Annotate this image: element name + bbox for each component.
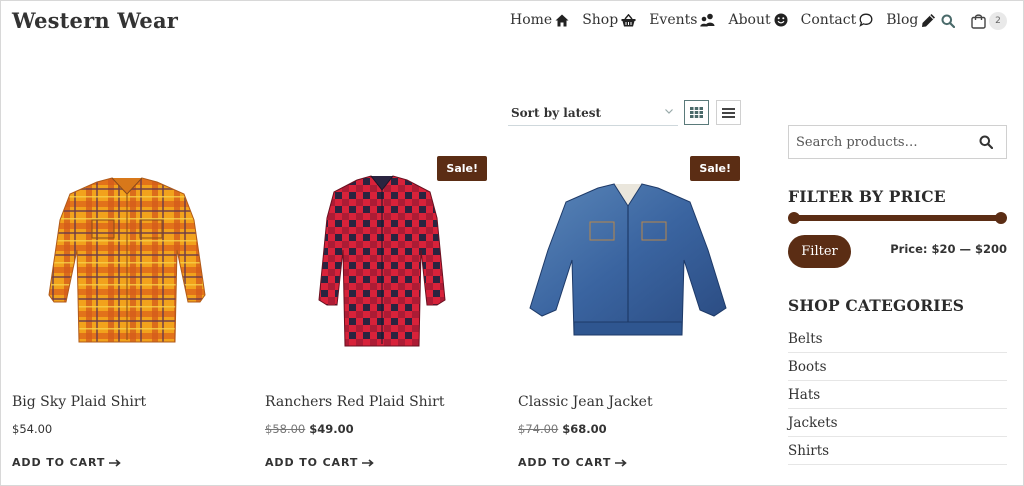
nav-events-label: Events [649,12,698,28]
price-range-label: Price: $20 — $200 [890,242,1007,256]
shop-categories-heading: SHOP CATEGORIES [788,296,965,315]
category-link-belts[interactable]: Belts [788,325,1007,353]
list-icon [722,107,735,118]
arrow-right-icon [615,458,627,467]
product-image-jean-jacket[interactable] [518,150,748,370]
nav-blog[interactable]: Blog [886,12,936,28]
price-range-slider[interactable] [788,210,1007,226]
nav-blog-label: Blog [886,12,919,28]
category-link-shirts[interactable]: Shirts [788,437,1007,465]
price-min-handle[interactable] [788,212,800,224]
nav-about-label: About [728,12,771,28]
product-title[interactable]: Ranchers Red Plaid Shirt [265,394,444,410]
search-icon [941,14,956,29]
price-slider-track [794,215,1001,221]
home-icon [555,14,569,26]
sale-badge: Sale! [437,156,487,181]
product-card[interactable]: Big Sky Plaid Shirt $54.00 ADD TO CART [12,150,242,480]
arrow-right-icon [362,458,374,467]
nav-home-label: Home [510,12,553,28]
product-image-red-plaid-shirt[interactable] [265,150,495,370]
product-card[interactable]: Sale! Classic Jean Jacket $74.00 $68.00 A… [518,150,748,480]
nav-shop[interactable]: Shop [582,12,636,28]
chevron-down-icon [665,109,673,114]
product-title[interactable]: Classic Jean Jacket [518,394,653,410]
search-icon[interactable] [979,135,993,149]
product-search-input[interactable] [789,127,969,157]
nav-home[interactable]: Home [510,12,569,28]
add-to-cart-label: ADD TO CART [265,456,359,469]
add-to-cart-button[interactable]: ADD TO CART [265,456,374,469]
grid-view-button[interactable] [684,100,709,125]
sale-price: $68.00 [562,422,607,436]
add-to-cart-label: ADD TO CART [12,456,106,469]
sale-badge: Sale! [690,156,740,181]
original-price: $58.00 [265,422,306,436]
category-link-hats[interactable]: Hats [788,381,1007,409]
arrow-right-icon [109,458,121,467]
add-to-cart-label: ADD TO CART [518,456,612,469]
smiley-icon [774,13,788,27]
nav-contact[interactable]: Contact [801,12,874,28]
cart-count-badge: 2 [989,12,1007,30]
sale-price: $49.00 [309,422,354,436]
product-price: $54.00 [12,422,52,436]
sort-select-label: Sort by latest [511,105,602,120]
category-link-boots[interactable]: Boots [788,353,1007,381]
filter-by-price-heading: FILTER BY PRICE [788,187,946,206]
pencil-icon [922,13,936,27]
list-view-button[interactable] [716,100,741,125]
grid-icon [690,107,703,118]
product-image-plaid-shirt[interactable] [12,150,242,370]
add-to-cart-button[interactable]: ADD TO CART [12,456,121,469]
nav-events[interactable]: Events [649,12,715,28]
product-price: $74.00 $68.00 [518,422,607,436]
nav-about[interactable]: About [728,12,788,28]
people-icon [700,13,715,27]
header-search-button[interactable] [941,13,956,32]
product-price: $58.00 $49.00 [265,422,354,436]
chat-bubble-icon [859,13,873,27]
sort-select[interactable]: Sort by latest [508,100,678,126]
add-to-cart-button[interactable]: ADD TO CART [518,456,627,469]
header-cart-button[interactable]: 2 [971,12,1007,30]
main-nav: Home Shop Events About Contact Blog [510,12,949,28]
basket-icon [621,13,636,26]
product-card[interactable]: Sale! Ranchers Red Plaid Shirt $58.00 $49… [265,150,495,480]
product-search-box[interactable] [788,125,1007,159]
nav-shop-label: Shop [582,12,619,28]
site-logo[interactable]: Western Wear [12,8,178,33]
original-price: $74.00 [518,422,559,436]
filter-button[interactable]: Filter [788,235,851,268]
product-title[interactable]: Big Sky Plaid Shirt [12,394,146,410]
current-price: $54.00 [12,422,53,436]
category-list: Belts Boots Hats Jackets Shirts [788,325,1007,465]
nav-contact-label: Contact [800,12,857,28]
price-max-handle[interactable] [995,212,1007,224]
cart-bag-icon [971,14,986,29]
category-link-jackets[interactable]: Jackets [788,409,1007,437]
